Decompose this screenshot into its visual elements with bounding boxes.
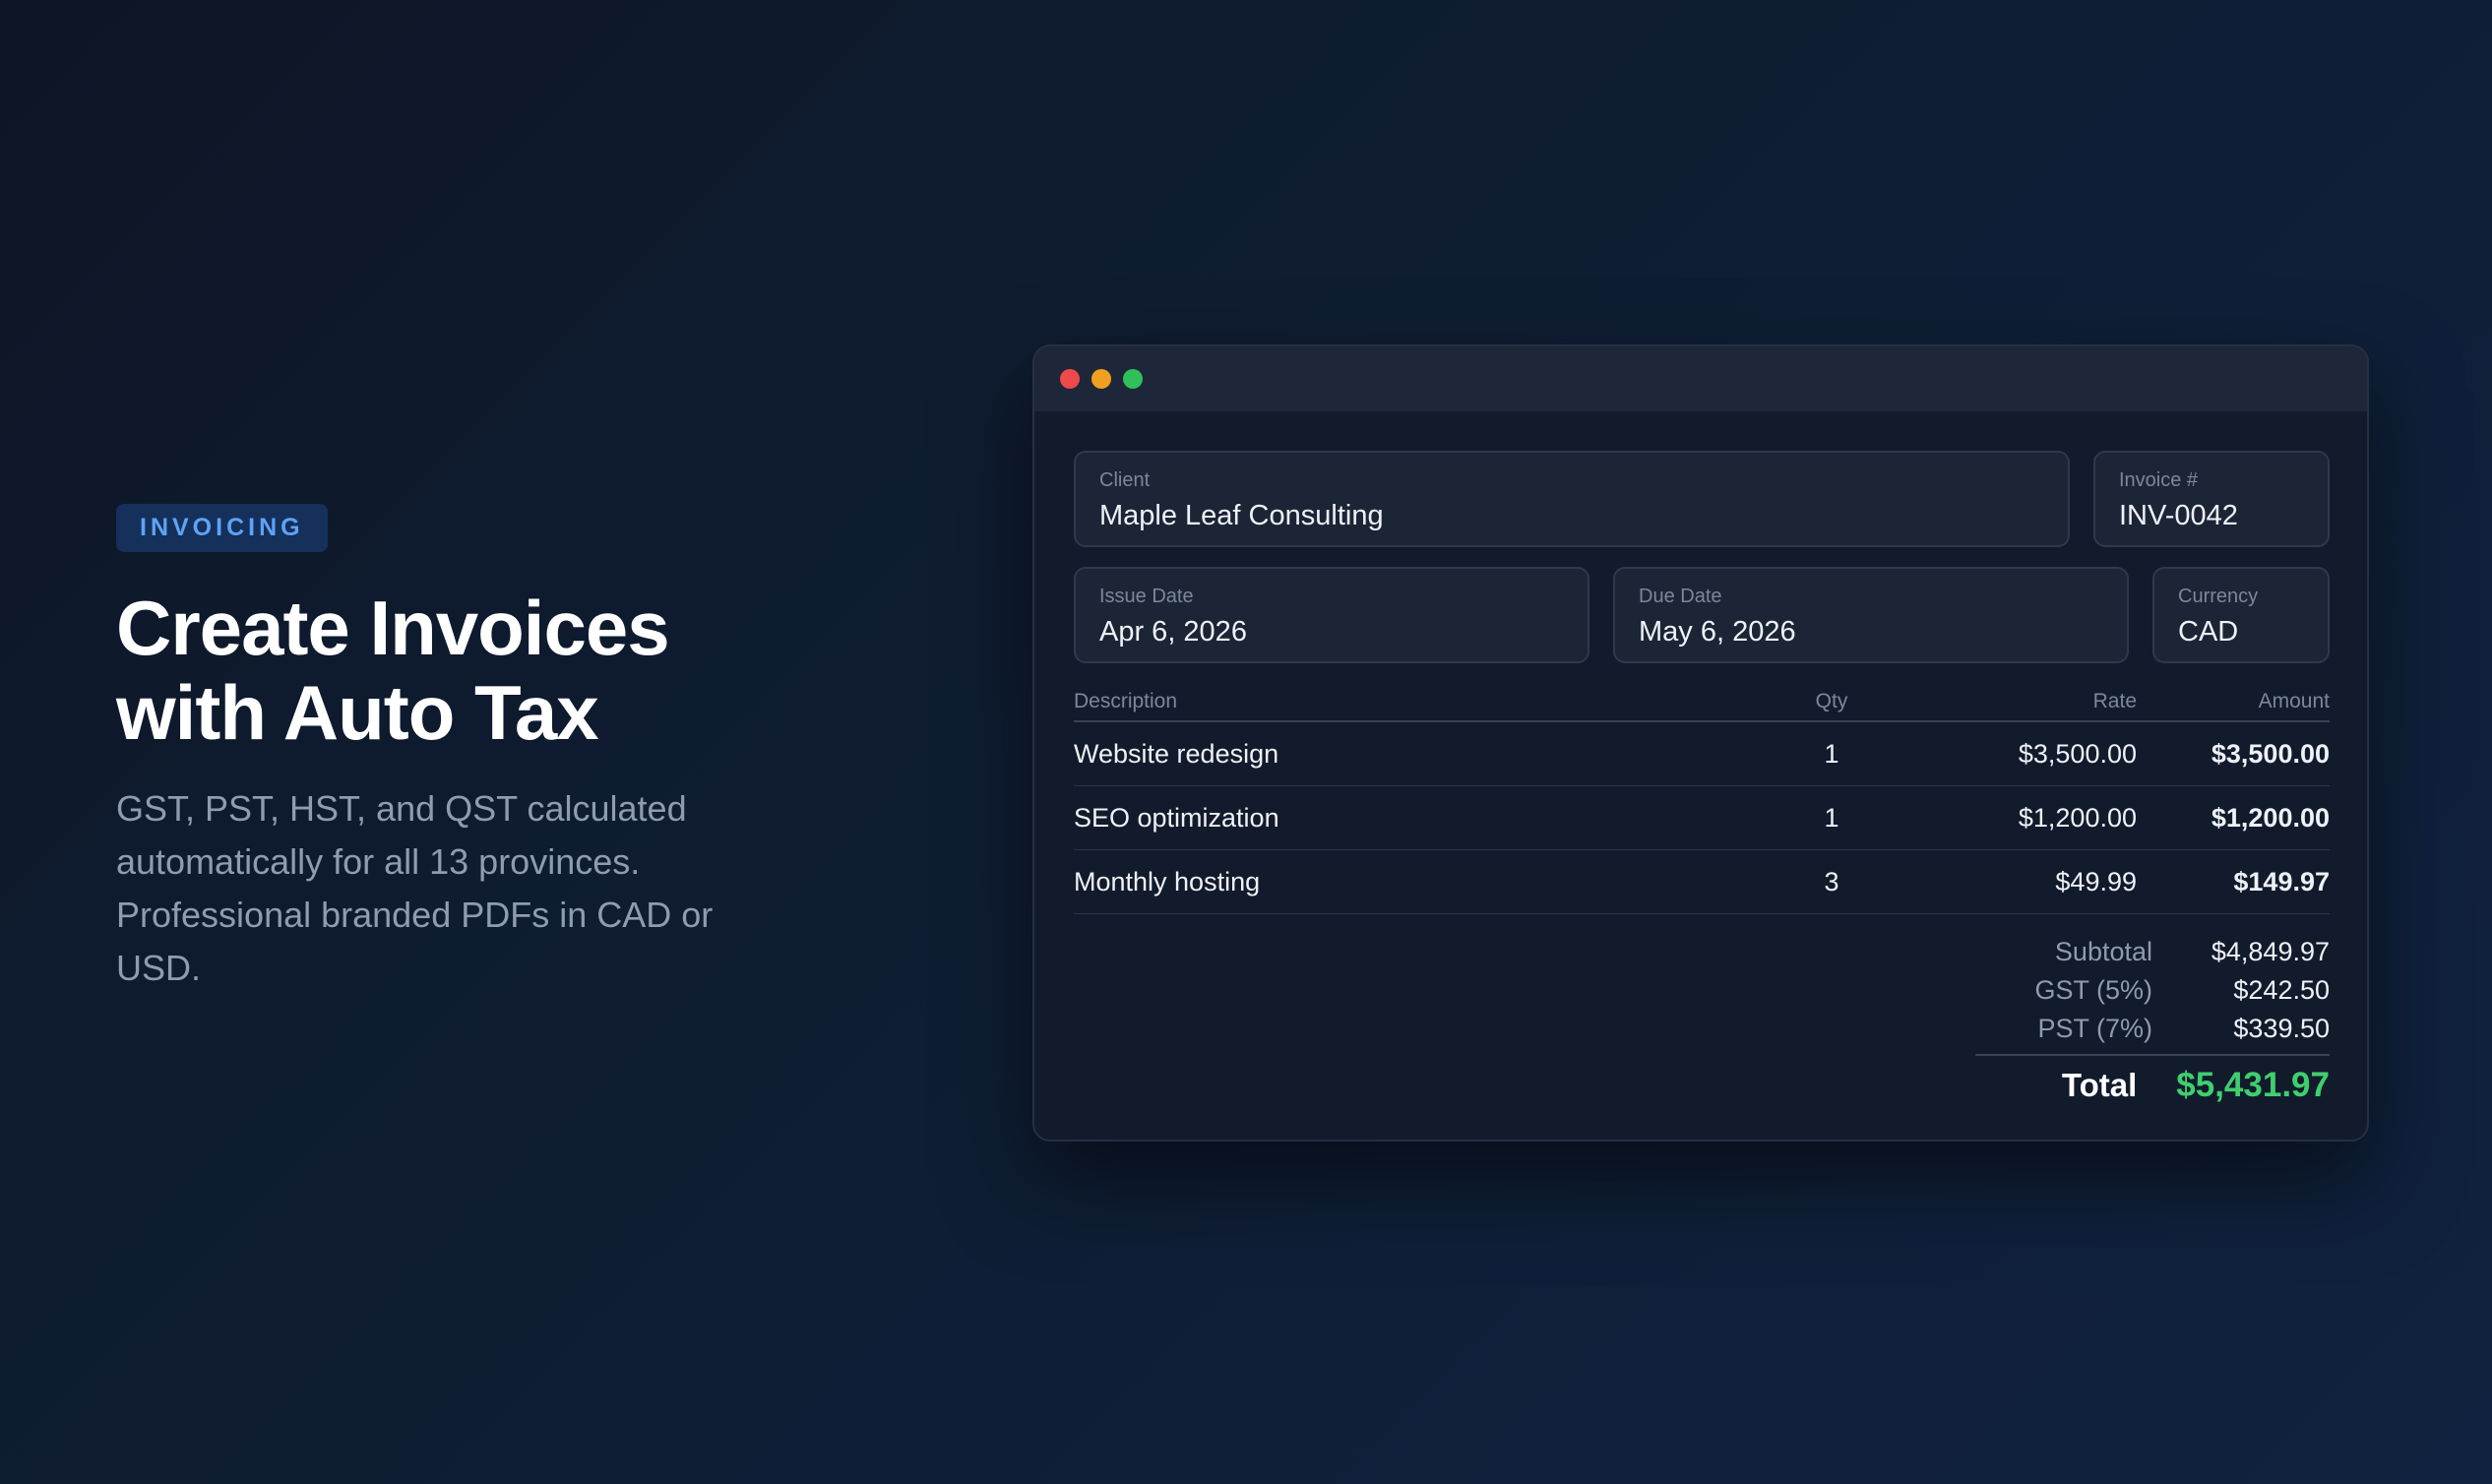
close-window-icon[interactable]	[1060, 369, 1080, 389]
minimize-window-icon[interactable]	[1091, 369, 1111, 389]
due-date-value: May 6, 2026	[1639, 616, 1796, 648]
row-rate: $1,200.00	[2018, 802, 2137, 833]
grand-total-line: Total $5,431.97	[1975, 1066, 2330, 1105]
line-items-table: Description Qty Rate Amount Website rede…	[1074, 683, 2330, 914]
row-rate: $49.99	[2055, 866, 2137, 897]
header-qty: Qty	[1815, 690, 1848, 712]
pst-label: PST (7%)	[2037, 1014, 2152, 1043]
issue-date-value: Apr 6, 2026	[1099, 616, 1247, 648]
header-amount: Amount	[2258, 690, 2330, 712]
invoice-number-value: INV-0042	[2119, 500, 2238, 531]
row-amount: $1,200.00	[2211, 802, 2330, 833]
feature-badge: INVOICING	[116, 504, 328, 552]
table-row[interactable]: Monthly hosting 3 $49.99 $149.97	[1074, 850, 2330, 914]
pst-value: $339.50	[2233, 1014, 2330, 1043]
currency-label: Currency	[2178, 586, 2259, 607]
header-description: Description	[1074, 690, 1178, 712]
row-description: SEO optimization	[1074, 802, 1279, 833]
row-description: Monthly hosting	[1074, 866, 1261, 897]
table-header: Description Qty Rate Amount	[1074, 683, 2330, 722]
total-label: Total	[2061, 1067, 2138, 1103]
client-value: Maple Leaf Consulting	[1099, 500, 1384, 531]
total-value: $5,431.97	[2176, 1066, 2330, 1104]
client-label: Client	[1099, 469, 1151, 491]
subtotal-label: Subtotal	[2054, 937, 2152, 966]
due-date-field[interactable]: Due Date May 6, 2026	[1613, 567, 2129, 663]
gst-value: $242.50	[2233, 975, 2330, 1005]
row-description: Website redesign	[1074, 738, 1279, 769]
totals-section: Subtotal $4,849.97 GST (5%) $242.50 PST …	[1975, 933, 2330, 1105]
header-rate: Rate	[2092, 690, 2137, 712]
row-qty: 1	[1824, 738, 1839, 769]
due-date-label: Due Date	[1639, 586, 1722, 607]
pst-line: PST (7%) $339.50	[1975, 1010, 2330, 1048]
gst-line: GST (5%) $242.50	[1975, 971, 2330, 1010]
currency-value: CAD	[2178, 616, 2239, 648]
window-titlebar	[1034, 346, 2367, 411]
invoice-number-label: Invoice #	[2119, 469, 2199, 491]
headline-line-1: Create Invoices	[116, 585, 670, 671]
issue-date-field[interactable]: Issue Date Apr 6, 2026	[1074, 567, 1589, 663]
invoice-number-field[interactable]: Invoice # INV-0042	[2093, 451, 2330, 547]
maximize-window-icon[interactable]	[1123, 369, 1143, 389]
currency-field[interactable]: Currency CAD	[2152, 567, 2330, 663]
row-amount: $149.97	[2233, 866, 2330, 897]
subtotal-line: Subtotal $4,849.97	[1975, 933, 2330, 971]
client-field[interactable]: Client Maple Leaf Consulting	[1074, 451, 2070, 547]
invoice-window: Client Maple Leaf Consulting Invoice # I…	[1032, 344, 2369, 1142]
table-row[interactable]: Website redesign 1 $3,500.00 $3,500.00	[1074, 722, 2330, 786]
gst-label: GST (5%)	[2034, 975, 2152, 1005]
totals-divider	[1975, 1054, 2330, 1056]
subtotal-value: $4,849.97	[2211, 937, 2330, 966]
table-row[interactable]: SEO optimization 1 $1,200.00 $1,200.00	[1074, 786, 2330, 850]
row-qty: 1	[1824, 802, 1839, 833]
hero-section: INVOICING Create Invoices with Auto Tax …	[116, 504, 746, 995]
row-rate: $3,500.00	[2018, 738, 2137, 769]
headline-line-2: with Auto Tax	[116, 669, 599, 756]
feature-description: GST, PST, HST, and QST calculated automa…	[116, 788, 714, 988]
headline: Create Invoices with Auto Tax	[116, 586, 746, 755]
issue-date-label: Issue Date	[1099, 586, 1194, 607]
row-amount: $3,500.00	[2211, 738, 2330, 769]
row-qty: 3	[1824, 866, 1839, 897]
